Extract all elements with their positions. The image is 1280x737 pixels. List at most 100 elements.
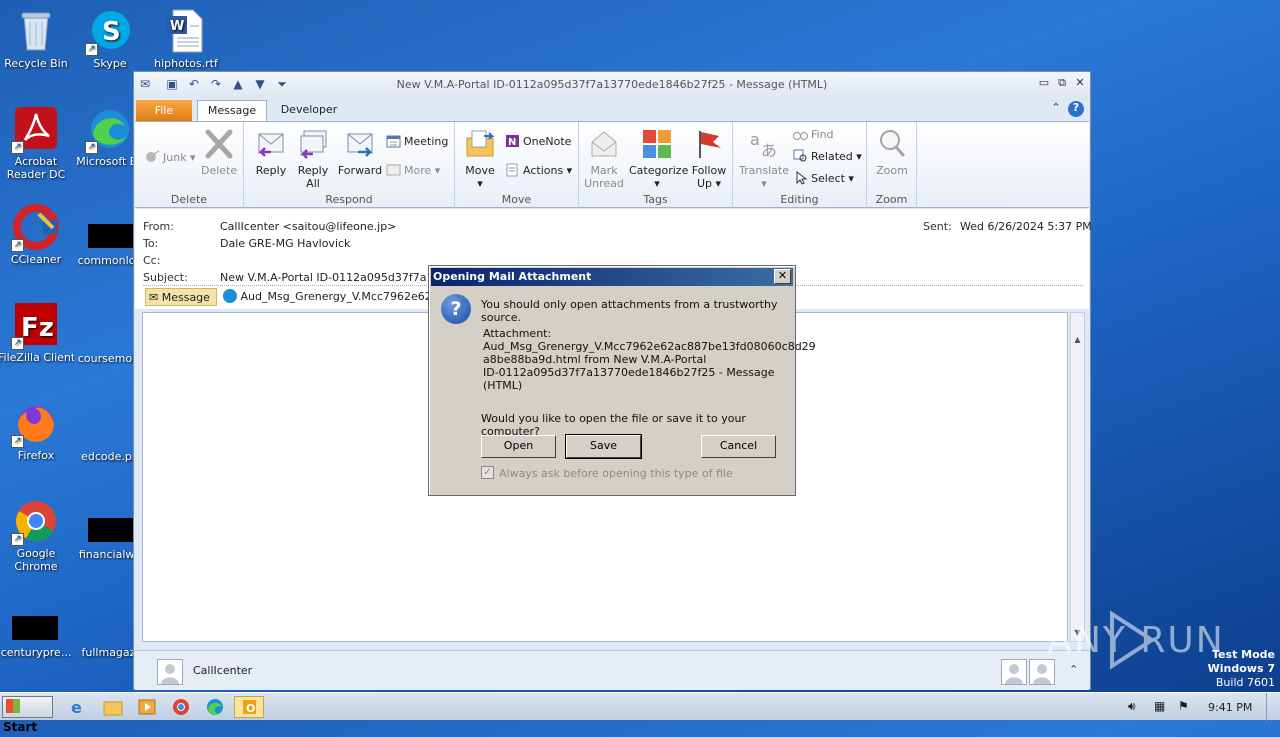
taskbar: Start e O 🔊︎ ▦ ⚑ 9:41 PM (0, 692, 1280, 734)
windows-version-line: Windows 7 (1207, 662, 1275, 675)
group-label: Delete (170, 193, 208, 206)
show-desktop-button[interactable] (1266, 693, 1278, 721)
shortcut-arrow-icon: ↗ (11, 141, 24, 154)
ribbon-group-move: Move ▾ N OneNote Actions ▾ Move (455, 122, 579, 208)
always-ask-label: Always ask before opening this type of f… (499, 467, 733, 480)
dialog-warning: You should only open attachments from a … (481, 298, 778, 324)
collapse-ribbon-icon[interactable]: ⌃ (1048, 101, 1064, 116)
test-mode-line: Test Mode (1212, 648, 1275, 661)
ribbon-tabs: File Message Developer ⌃ ? (134, 98, 1090, 123)
help-icon[interactable]: ? (1068, 101, 1084, 117)
shortcut-arrow-icon: ↗ (11, 337, 24, 350)
desktop-icon-label: Google Chrome (14, 547, 58, 573)
always-ask-checkbox[interactable]: ✓ (481, 466, 494, 479)
group-label: Respond (325, 193, 373, 206)
group-label: Move (501, 193, 532, 206)
desktop-icon-label: Skype (93, 57, 127, 70)
save-button[interactable]: Save (565, 434, 642, 459)
edge-file-icon (223, 289, 237, 303)
more-icon (386, 163, 401, 177)
reply-all-button[interactable]: Reply All (294, 128, 332, 190)
attachment-message-tab[interactable]: ✉ Message (145, 288, 217, 306)
desktop-icon-skype[interactable]: S ↗ Skype (72, 8, 148, 70)
ribbon: Junk ▾ Delete Delete Reply Reply All Forw… (135, 121, 1089, 208)
find-button[interactable]: Find (793, 127, 834, 143)
desktop-icon-filezilla[interactable]: Fz ↗ FileZilla Client (0, 302, 74, 364)
edge-taskbar-icon[interactable] (204, 697, 226, 717)
open-button[interactable]: Open (481, 435, 556, 458)
translate-button[interactable]: aあ Translate ▾ (739, 128, 789, 190)
chrome-taskbar-icon[interactable] (170, 697, 192, 717)
more-respond-button[interactable]: More ▾ (386, 163, 440, 179)
start-button[interactable]: Start (2, 696, 53, 734)
cancel-button[interactable]: Cancel (701, 435, 776, 458)
forward-icon (344, 128, 376, 160)
delete-button[interactable]: Delete (201, 128, 237, 177)
meeting-button[interactable]: Meeting (386, 134, 448, 150)
to-value[interactable]: Dale GRE-MG Havlovick (220, 237, 350, 250)
action-center-flag-icon[interactable]: ⚑ (1178, 699, 1189, 713)
zoom-button[interactable]: Zoom (874, 128, 910, 177)
desktop-icon-firefox[interactable]: ↗ Firefox (0, 400, 74, 462)
desktop-icon-label: Acrobat Reader DC (6, 155, 66, 181)
forward-button[interactable]: Forward (337, 128, 383, 177)
attachment-name-line: a8be88ba9d.html from New V.M.A-Portal (483, 353, 707, 366)
dialog-close-button[interactable]: ✕ (774, 269, 791, 284)
desktop-icon-chrome[interactable]: ↗ Google Chrome (0, 498, 74, 573)
desktop-icon-hiphotos[interactable]: W hiphotos.rtf (148, 8, 224, 70)
group-label: Zoom (875, 193, 908, 206)
onenote-button[interactable]: N OneNote (505, 134, 571, 150)
scroll-up-arrow[interactable]: ▲ (1071, 333, 1084, 346)
network-icon[interactable]: ▦ (1154, 699, 1165, 713)
tab-file[interactable]: File (136, 100, 192, 121)
svg-text:a: a (750, 130, 760, 149)
meeting-icon (386, 134, 401, 148)
follow-up-button[interactable]: Follow Up ▾ (689, 128, 729, 190)
subject-label: Subject: (143, 271, 188, 284)
clock[interactable]: 9:41 PM (1208, 701, 1252, 714)
move-button[interactable]: Move ▾ (461, 128, 499, 190)
window-title: New V.M.A-Portal ID-0112a095d37f7a13770e… (396, 78, 828, 91)
reply-all-icon (297, 128, 329, 160)
related-button[interactable]: Related ▾ (793, 149, 862, 165)
attachment-label: Attachment: (483, 327, 552, 340)
attachment-html-file[interactable]: Aud_Msg_Grenergy_V.Mcc7962e62ac (223, 288, 445, 306)
ie-taskbar-icon[interactable]: e (68, 697, 90, 717)
subject-value: New V.M.A-Portal ID-0112a095d37f7a137 (220, 271, 448, 284)
move-folder-icon (464, 128, 496, 160)
envelope-icon: ✉ (149, 291, 159, 304)
shortcut-arrow-icon: ↗ (11, 239, 24, 252)
related-icon (793, 149, 808, 163)
shortcut-arrow-icon: ↗ (11, 533, 24, 546)
tab-message[interactable]: Message (197, 100, 267, 123)
explorer-taskbar-icon[interactable] (102, 697, 124, 717)
junk-icon (145, 150, 160, 164)
opening-mail-attachment-dialog: Opening Mail Attachment ✕ ? You should o… (428, 265, 816, 496)
people-pane-name[interactable]: CallIcenter (193, 664, 252, 677)
reply-icon (255, 128, 287, 160)
close-button[interactable]: ✕ (1072, 76, 1088, 91)
from-value[interactable]: CallIcenter <saitou@lifeone.jp> (220, 220, 396, 233)
outlook-taskbar-icon[interactable]: O (234, 696, 264, 718)
maximize-button[interactable]: ⧉ (1054, 76, 1070, 91)
volume-icon[interactable]: 🔊︎ (1128, 699, 1136, 714)
junk-button[interactable]: Junk ▾ (145, 150, 196, 166)
redacted-thumbnail (88, 518, 134, 542)
mark-unread-button[interactable]: Mark Unread (583, 128, 625, 190)
question-icon: ? (441, 294, 471, 324)
select-button[interactable]: Select ▾ (793, 170, 854, 187)
minimize-button[interactable]: ▭ (1036, 76, 1052, 91)
reply-button[interactable]: Reply (254, 128, 288, 177)
acrobat-reader-icon: ↗ (11, 106, 59, 154)
media-player-taskbar-icon[interactable] (136, 697, 158, 717)
svg-text:N: N (508, 137, 516, 148)
desktop-icon-recycle-bin[interactable]: Recycle Bin (0, 8, 74, 70)
categorize-button[interactable]: Categorize ▾ (629, 128, 688, 190)
categorize-icon (641, 128, 673, 160)
desktop-icon-ccleaner[interactable]: ↗ CCleaner (0, 204, 74, 266)
message-scrollbar[interactable]: ▲ ▼ (1070, 312, 1085, 642)
tab-developer[interactable]: Developer (274, 100, 344, 123)
actions-button[interactable]: Actions ▾ (505, 163, 572, 179)
desktop-icon-acrobat[interactable]: ↗ Acrobat Reader DC (0, 106, 74, 181)
system-tray: 🔊︎ ▦ ⚑ 9:41 PM (1122, 693, 1278, 721)
